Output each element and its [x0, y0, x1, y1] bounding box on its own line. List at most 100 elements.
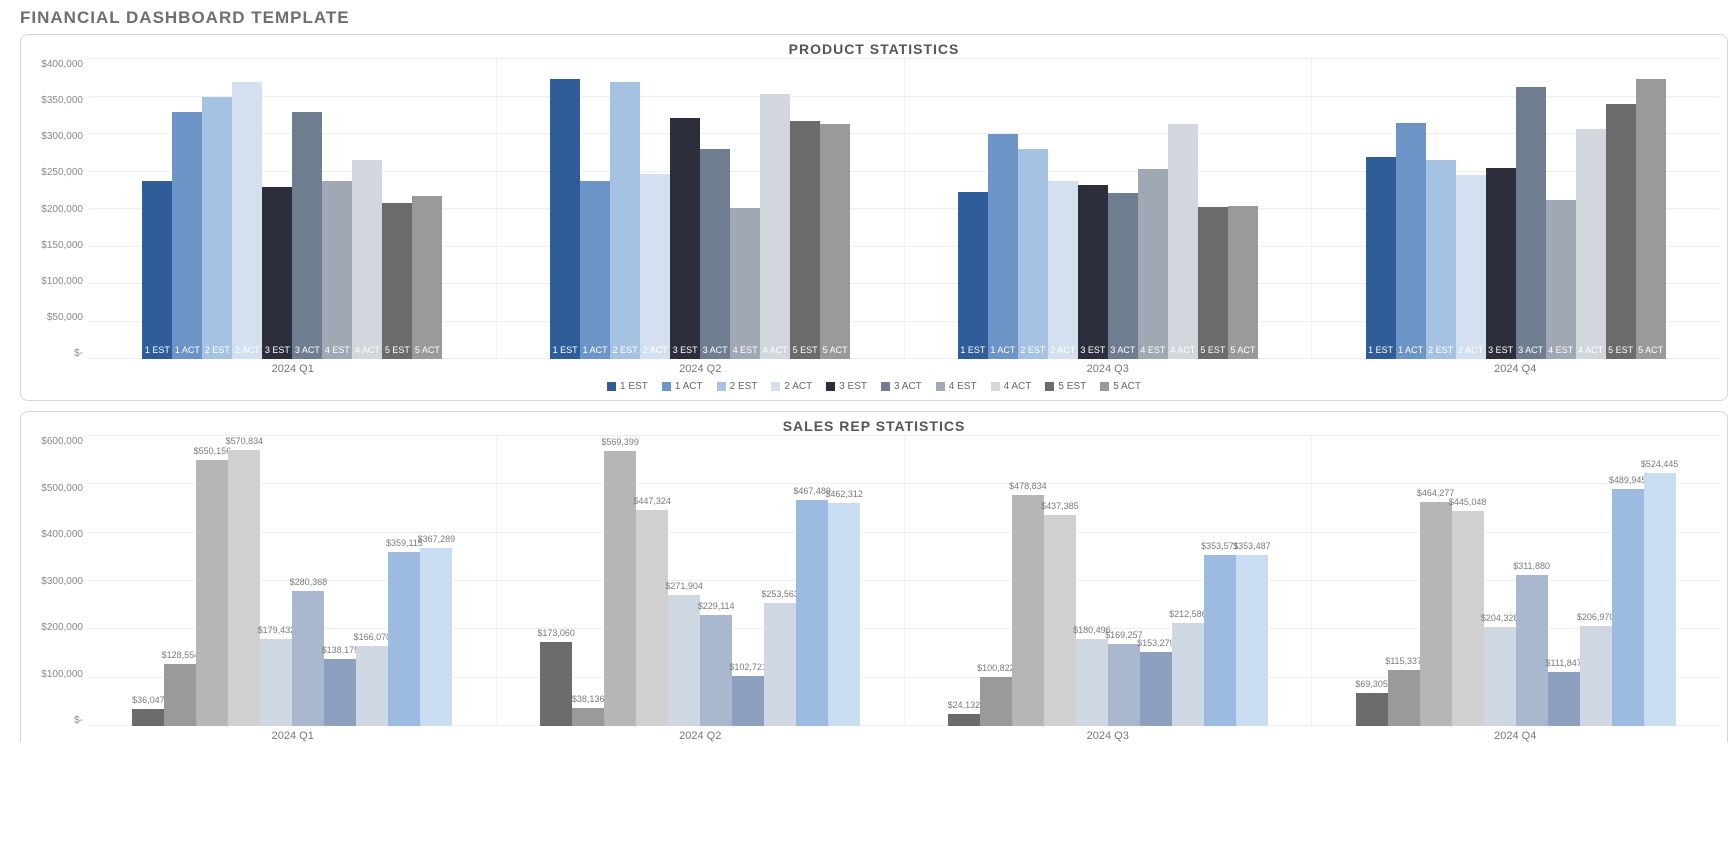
- bar-value-label: $128,554: [162, 650, 200, 660]
- bar: $166,070: [356, 646, 388, 726]
- bar-label: 1 EST: [958, 345, 988, 355]
- bar-label: 5 EST: [1198, 345, 1228, 355]
- bar: 2 EST: [610, 82, 640, 360]
- bar-group: $173,060$38,136$569,399$447,324$271,904$…: [496, 436, 904, 726]
- product-xaxis: 2024 Q12024 Q22024 Q32024 Q4: [89, 359, 1719, 375]
- x-tick: 2024 Q2: [497, 726, 905, 742]
- bar-label: 5 ACT: [1228, 345, 1258, 355]
- bar: $271,904: [668, 595, 700, 726]
- bar-value-label: $437,385: [1041, 501, 1079, 511]
- bar: $169,257: [1108, 644, 1140, 726]
- bar: $478,834: [1012, 495, 1044, 726]
- y-tick: $300,000: [41, 131, 83, 142]
- bar: 2 ACT: [1048, 181, 1078, 360]
- bar-label: 4 ACT: [352, 345, 382, 355]
- legend-item: 1 ACT: [662, 381, 703, 392]
- bar-value-label: $102,721: [729, 662, 767, 672]
- legend-swatch: [607, 382, 616, 391]
- bar-label: 5 EST: [790, 345, 820, 355]
- y-tick: $400,000: [41, 529, 83, 540]
- bar: $353,487: [1236, 555, 1268, 726]
- product-statistics-panel: PRODUCT STATISTICS $400,000$350,000$300,…: [20, 34, 1728, 401]
- bar-label: 2 ACT: [640, 345, 670, 355]
- y-tick: $-: [74, 715, 83, 726]
- bar: $359,115: [388, 552, 420, 726]
- bar: $437,385: [1044, 515, 1076, 726]
- bar-label: 1 ACT: [1396, 345, 1426, 355]
- bar: 2 ACT: [640, 174, 670, 359]
- bar-value-label: $36,047: [132, 695, 165, 705]
- legend-item: 4 ACT: [991, 381, 1032, 392]
- legend-item: 3 ACT: [881, 381, 922, 392]
- bar-label: 5 EST: [1606, 345, 1636, 355]
- x-tick: 2024 Q1: [89, 726, 497, 742]
- bar-label: 2 EST: [1426, 345, 1456, 355]
- bar: $69,305: [1356, 693, 1388, 726]
- bar: 1 ACT: [1396, 123, 1426, 359]
- bar: $179,432: [260, 639, 292, 726]
- legend-label: 2 ACT: [784, 381, 812, 392]
- bar: 5 EST: [382, 203, 412, 359]
- sales-xaxis: 2024 Q12024 Q22024 Q32024 Q4: [89, 726, 1719, 742]
- bar: 4 EST: [322, 181, 352, 360]
- y-tick: $250,000: [41, 167, 83, 178]
- bar: 5 ACT: [412, 196, 442, 360]
- y-tick: $400,000: [41, 59, 83, 70]
- bar: $550,156: [196, 460, 228, 726]
- y-tick: $50,000: [47, 312, 83, 323]
- page-title: FINANCIAL DASHBOARD TEMPLATE: [20, 8, 1734, 28]
- bar: $38,136: [572, 708, 604, 726]
- bar: $311,880: [1516, 575, 1548, 726]
- bar-value-label: $280,368: [290, 577, 328, 587]
- bar: 5 EST: [790, 121, 820, 360]
- bar-label: 1 ACT: [580, 345, 610, 355]
- bar-label: 2 EST: [202, 345, 232, 355]
- bar: 1 ACT: [988, 134, 1018, 359]
- bar: 2 EST: [202, 97, 232, 360]
- sales-rep-statistics-panel: SALES REP STATISTICS $600,000$500,000$40…: [20, 411, 1728, 742]
- bar-value-label: $153,279: [1137, 638, 1175, 648]
- bar: $229,114: [700, 615, 732, 726]
- y-tick: $500,000: [41, 483, 83, 494]
- bar-value-label: $206,970: [1577, 612, 1615, 622]
- bar: $204,328: [1484, 627, 1516, 726]
- legend-swatch: [1045, 382, 1054, 391]
- product-yaxis: $400,000$350,000$300,000$250,000$200,000…: [29, 59, 89, 359]
- bar-value-label: $271,904: [665, 581, 703, 591]
- bar-label: 4 EST: [322, 345, 352, 355]
- bar: 3 ACT: [1108, 193, 1138, 359]
- legend-swatch: [662, 382, 671, 391]
- bar: $102,721: [732, 676, 764, 726]
- bar-label: 3 EST: [1078, 345, 1108, 355]
- bar-value-label: $311,880: [1513, 561, 1550, 571]
- bar-value-label: $179,432: [258, 625, 296, 635]
- bar: 3 EST: [1078, 185, 1108, 359]
- bar-label: 5 ACT: [1636, 345, 1666, 355]
- bar-value-label: $550,156: [194, 446, 232, 456]
- bar-value-label: $570,834: [226, 436, 264, 446]
- bar: $447,324: [636, 510, 668, 726]
- bar-label: 3 EST: [670, 345, 700, 355]
- bar-group: 1 EST1 ACT2 EST2 ACT3 EST3 ACT4 EST4 ACT…: [89, 59, 496, 359]
- y-tick: $-: [74, 348, 83, 359]
- product-chart-title: PRODUCT STATISTICS: [29, 41, 1719, 57]
- bar: 2 ACT: [1456, 175, 1486, 359]
- bar: $212,586: [1172, 623, 1204, 726]
- legend-label: 5 ACT: [1113, 381, 1141, 392]
- legend-item: 3 EST: [826, 381, 867, 392]
- bar-value-label: $173,060: [537, 628, 575, 638]
- bar-label: 1 ACT: [988, 345, 1018, 355]
- x-tick: 2024 Q4: [1312, 726, 1720, 742]
- bar-label: 4 EST: [1546, 345, 1576, 355]
- bar: 3 ACT: [292, 112, 322, 360]
- bar: 2 ACT: [232, 82, 262, 360]
- bar: $464,277: [1420, 502, 1452, 726]
- bar-label: 2 EST: [610, 345, 640, 355]
- bar-value-label: $229,114: [698, 601, 735, 611]
- bar-value-label: $524,445: [1641, 459, 1679, 469]
- bar-value-label: $204,328: [1481, 613, 1519, 623]
- bar: $367,289: [420, 548, 452, 726]
- bar: 4 EST: [1138, 169, 1168, 360]
- bar-group: 1 EST1 ACT2 EST2 ACT3 EST3 ACT4 EST4 ACT…: [904, 59, 1312, 359]
- bar: $253,563: [764, 603, 796, 726]
